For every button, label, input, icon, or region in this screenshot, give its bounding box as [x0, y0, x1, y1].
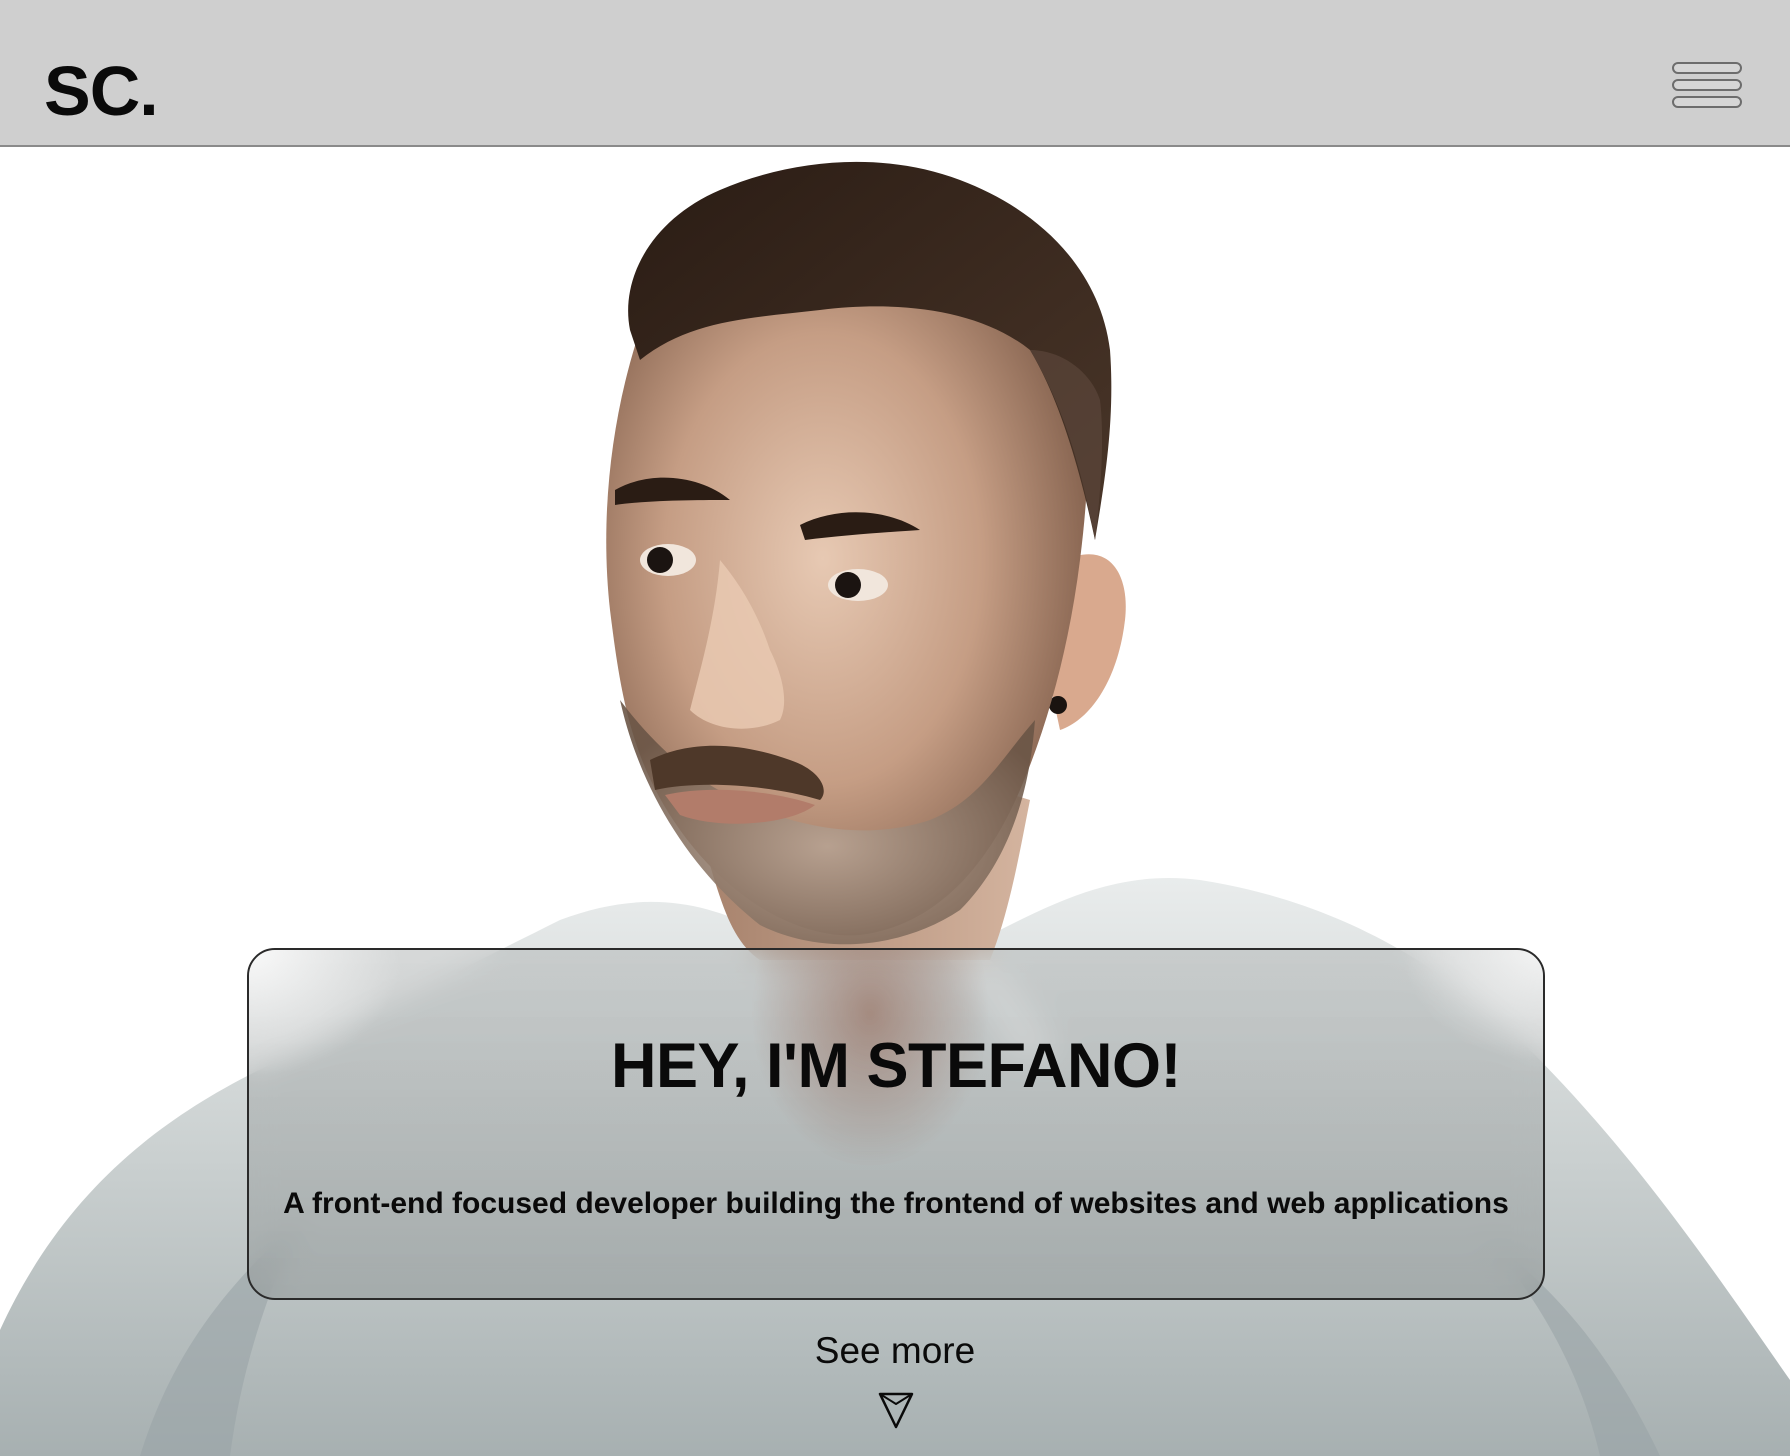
see-more: See more	[0, 1330, 1790, 1372]
hero-card: HEY, I'M STEFANO! A front-end focused de…	[247, 948, 1545, 1300]
hero-title: HEY, I'M STEFANO!	[610, 1031, 1182, 1101]
card-glow	[249, 950, 1543, 1298]
site-header: SC.	[0, 0, 1790, 147]
hero-subtitle: A front-end focused developer building t…	[283, 1187, 1509, 1220]
menu-bar-middle	[1672, 79, 1742, 91]
page: SC. HEY, I'M STEFANO! A front-end focuse…	[0, 0, 1790, 1456]
see-more-link[interactable]: See more	[815, 1330, 975, 1372]
hamburger-menu-icon[interactable]	[1672, 62, 1742, 110]
down-arrow-icon[interactable]	[877, 1390, 915, 1430]
menu-bar-top	[1672, 62, 1742, 74]
menu-bar-bottom	[1672, 96, 1742, 108]
logo[interactable]: SC.	[44, 56, 159, 126]
